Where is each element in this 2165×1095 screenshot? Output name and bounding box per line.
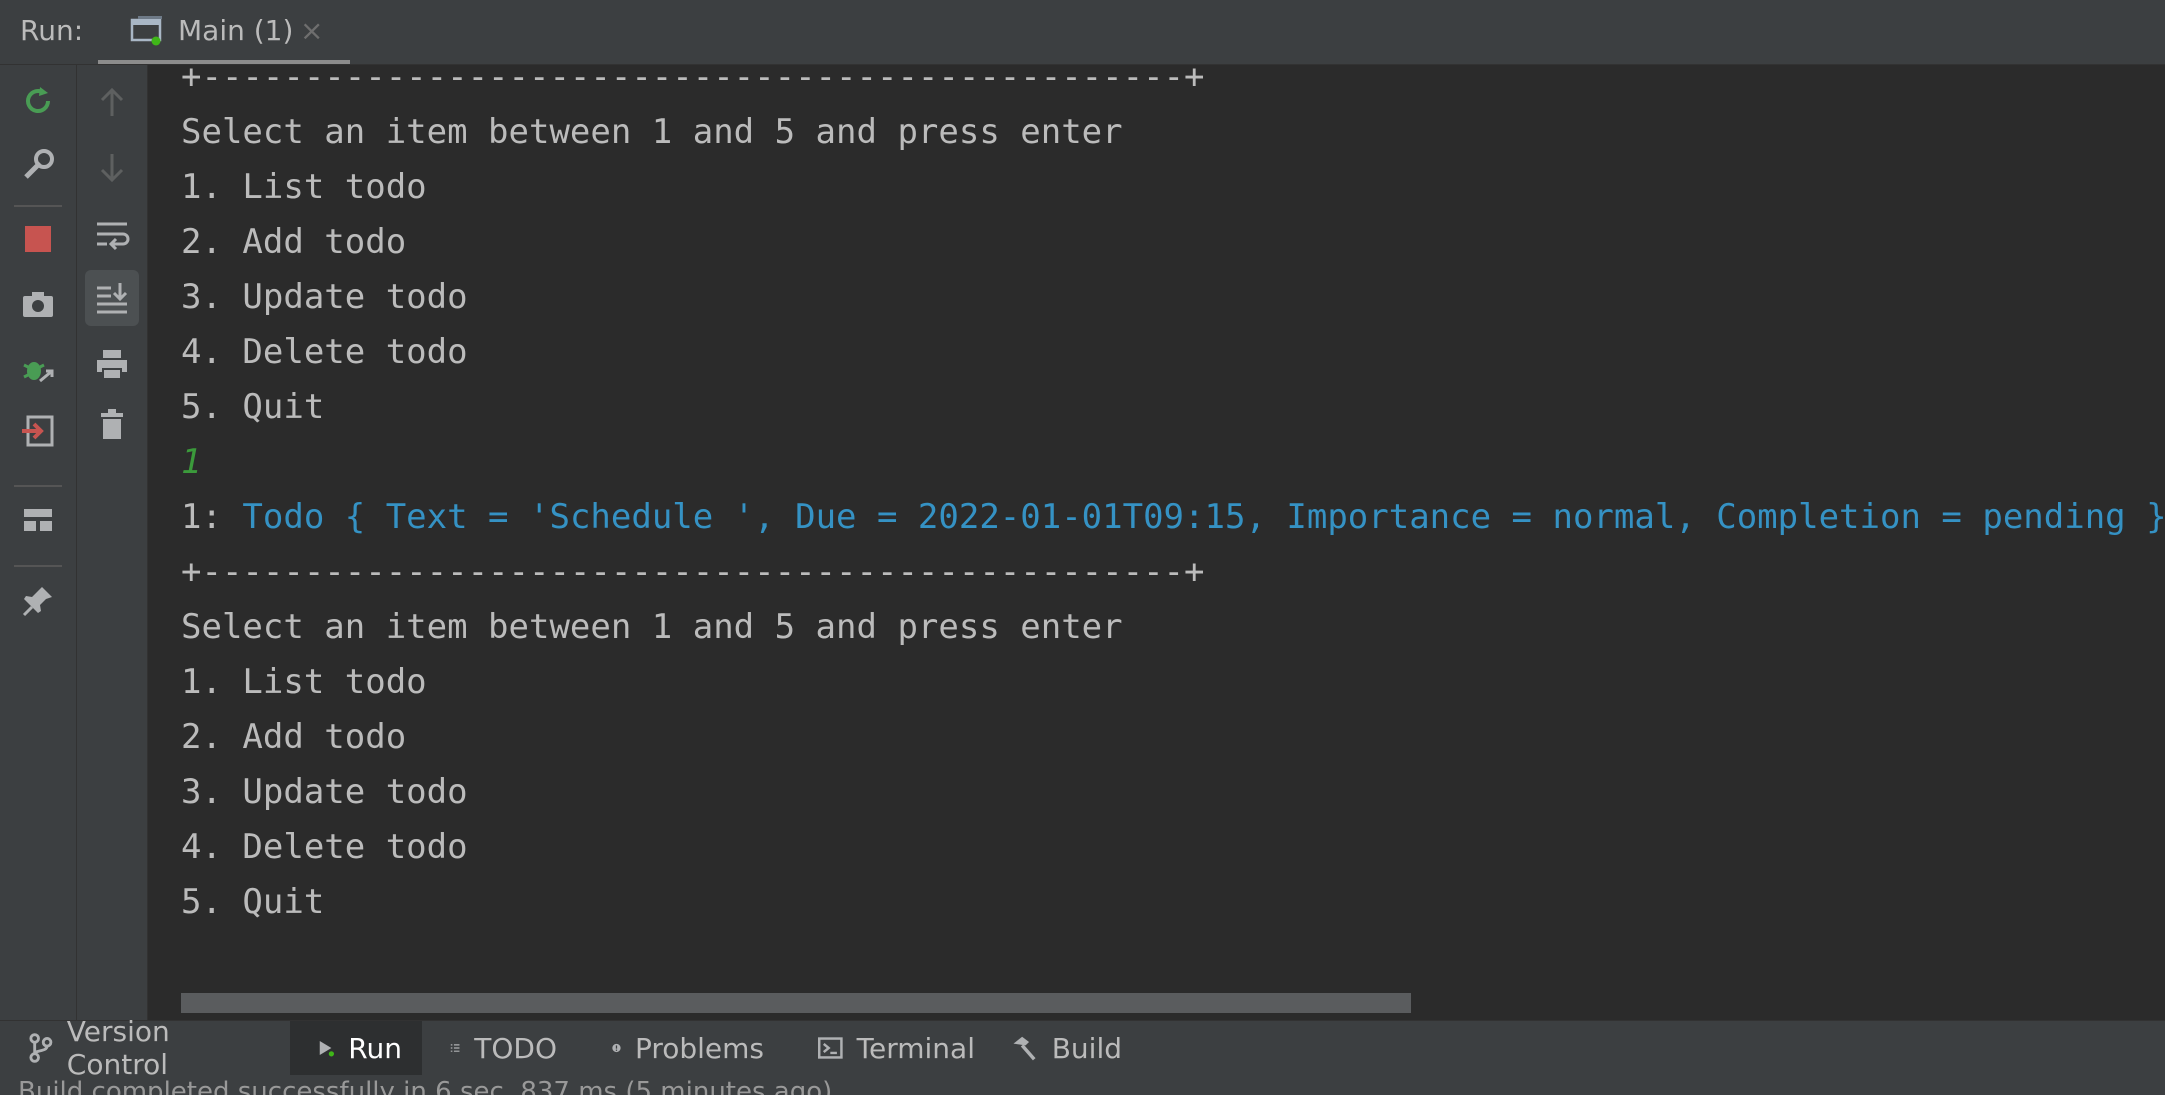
console-line: 1. List todo: [181, 662, 427, 702]
tool-window-bar: Version Control Run TODO Problems Termin…: [0, 1015, 2165, 1081]
console-line: 5. Quit: [181, 387, 325, 427]
status-bar: Build completed successfully in 6 sec, 8…: [0, 1075, 2165, 1095]
console-line: Select an item between 1 and 5 and press…: [181, 607, 1123, 647]
console-line: 1. List todo: [181, 167, 427, 207]
console-line: 5. Quit: [181, 882, 325, 922]
tab-label: Run: [348, 1031, 402, 1065]
close-icon[interactable]: ×: [300, 14, 323, 47]
console-line: +---------------------------------------…: [181, 552, 1205, 592]
tab-terminal[interactable]: Terminal: [790, 1021, 995, 1075]
camera-icon[interactable]: [14, 281, 62, 329]
tab-label: Build: [1051, 1031, 1122, 1065]
pin-icon[interactable]: [14, 577, 62, 625]
play-icon: [319, 1041, 335, 1057]
tab-version-control[interactable]: Version Control: [0, 1015, 290, 1081]
console-actions-toolbar: [77, 65, 148, 1020]
run-toolwindow-header: Run: Main (1) ×: [0, 0, 2165, 65]
tab-build[interactable]: Build: [982, 1021, 1142, 1075]
run-actions-toolbar: [0, 65, 77, 1020]
tab-label: TODO: [474, 1031, 557, 1065]
down-arrow-icon[interactable]: [88, 143, 136, 191]
tab-main[interactable]: Main (1) ×: [98, 0, 350, 64]
run-label: Run:: [20, 14, 84, 47]
tab-label: Problems: [634, 1031, 764, 1065]
console-todo-line: 1: Todo { Text = 'Schedule ', Due = 2022…: [181, 497, 2165, 537]
todo-index: 1:: [181, 497, 243, 537]
scroll-to-end-icon[interactable]: [85, 270, 139, 326]
trash-icon[interactable]: [88, 401, 136, 449]
console-user-input: 1: [181, 442, 202, 482]
branch-icon: [29, 1033, 53, 1063]
tab-label: Terminal: [856, 1031, 975, 1065]
tab-problems[interactable]: Problems: [584, 1021, 784, 1075]
horizontal-scrollbar[interactable]: [181, 993, 1411, 1013]
print-icon[interactable]: [88, 341, 136, 389]
console-line: 2. Add todo: [181, 717, 407, 757]
up-arrow-icon[interactable]: [88, 79, 136, 127]
status-text: Build completed successfully in 6 sec, 8…: [18, 1077, 833, 1095]
console-window-icon: [130, 16, 162, 46]
todo-text: Todo { Text = 'Schedule ', Due = 2022-01…: [242, 497, 2165, 537]
soft-wrap-icon[interactable]: [88, 211, 136, 259]
console-line: 2. Add todo: [181, 222, 407, 262]
tab-todo[interactable]: TODO: [422, 1021, 577, 1075]
debug-icon[interactable]: [14, 347, 62, 395]
wrench-icon[interactable]: [14, 141, 62, 189]
console-line: 3. Update todo: [181, 277, 468, 317]
hammer-icon: [1013, 1036, 1036, 1061]
console-line: 4. Delete todo: [181, 827, 468, 867]
console-line: Select an item between 1 and 5 and press…: [181, 112, 1123, 152]
console-line: 4. Delete todo: [181, 332, 468, 372]
exit-icon[interactable]: [14, 407, 62, 455]
warning-icon: [612, 1043, 621, 1053]
console-output[interactable]: +---------------------------------------…: [148, 65, 2165, 1020]
terminal-icon: [818, 1037, 843, 1059]
list-icon: [450, 1044, 460, 1052]
stop-icon[interactable]: [14, 215, 62, 263]
console-line: 3. Update todo: [181, 772, 468, 812]
tab-title: Main (1): [178, 14, 294, 47]
tab-label: Version Control: [66, 1015, 170, 1081]
rerun-icon[interactable]: [14, 77, 62, 125]
console-line: +---------------------------------------…: [181, 65, 1205, 97]
layout-icon[interactable]: [14, 495, 62, 543]
tab-run[interactable]: Run: [290, 1021, 422, 1075]
